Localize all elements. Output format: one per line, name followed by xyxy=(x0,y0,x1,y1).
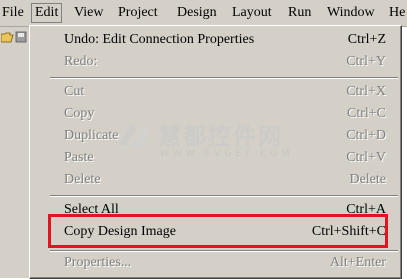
menu-item-shortcut: Ctrl+X xyxy=(346,84,386,99)
menu-item-shortcut: Delete xyxy=(349,172,386,187)
menu-run[interactable]: Run xyxy=(288,4,311,22)
menu-design[interactable]: Design xyxy=(177,4,217,22)
menu-help[interactable]: He xyxy=(389,4,405,22)
menu-file[interactable]: File xyxy=(2,4,24,22)
menu-bar: File Edit View Project Design Layout Run… xyxy=(0,0,407,27)
menu-item-shortcut: Alt+Enter xyxy=(329,255,386,270)
annotation-highlight-box xyxy=(48,214,388,248)
menu-project[interactable]: Project xyxy=(118,4,158,22)
menu-view[interactable]: View xyxy=(74,4,103,22)
save-icon[interactable] xyxy=(15,31,28,43)
menu-item-shortcut: Ctrl+C xyxy=(346,106,386,121)
watermark-url: WWW.EVGET.COM xyxy=(160,149,294,159)
menu-layout[interactable]: Layout xyxy=(232,4,272,22)
menu-item-shortcut: Ctrl+Y xyxy=(346,54,386,69)
menu-separator xyxy=(50,195,398,197)
menu-separator xyxy=(50,77,398,79)
menu-item-cut[interactable]: Cut Ctrl+X xyxy=(30,81,401,103)
menu-item-shortcut: Ctrl+D xyxy=(346,128,386,143)
menu-item-label: Delete xyxy=(64,172,101,187)
menu-item-shortcut: Ctrl+Z xyxy=(347,32,386,47)
watermark: 慧都控件网 WWW.EVGET.COM xyxy=(114,113,314,171)
menu-item-label: Paste xyxy=(64,150,94,165)
menu-item-label: Undo: Edit Connection Properties xyxy=(64,32,255,47)
menu-item-shortcut: Ctrl+V xyxy=(346,150,386,165)
menu-item-undo[interactable]: Undo: Edit Connection Properties Ctrl+Z xyxy=(30,29,401,51)
menu-item-label: Cut xyxy=(64,84,85,99)
menu-item-properties[interactable]: Properties... Alt+Enter xyxy=(30,252,401,274)
menu-window[interactable]: Window xyxy=(327,4,375,22)
menu-edit[interactable]: Edit xyxy=(31,3,63,23)
menu-item-label: Properties... xyxy=(64,255,132,270)
menu-item-label: Copy xyxy=(64,106,95,121)
open-folder-icon[interactable] xyxy=(1,31,14,43)
menu-item-label: Redo: xyxy=(64,54,98,69)
menu-item-label: Duplicate xyxy=(64,128,119,143)
menu-item-delete[interactable]: Delete Delete xyxy=(30,169,401,191)
menu-item-redo[interactable]: Redo: Ctrl+Y xyxy=(30,51,401,73)
watermark-text: 慧都控件网 xyxy=(158,124,283,150)
watermark-logo-icon xyxy=(118,123,150,149)
